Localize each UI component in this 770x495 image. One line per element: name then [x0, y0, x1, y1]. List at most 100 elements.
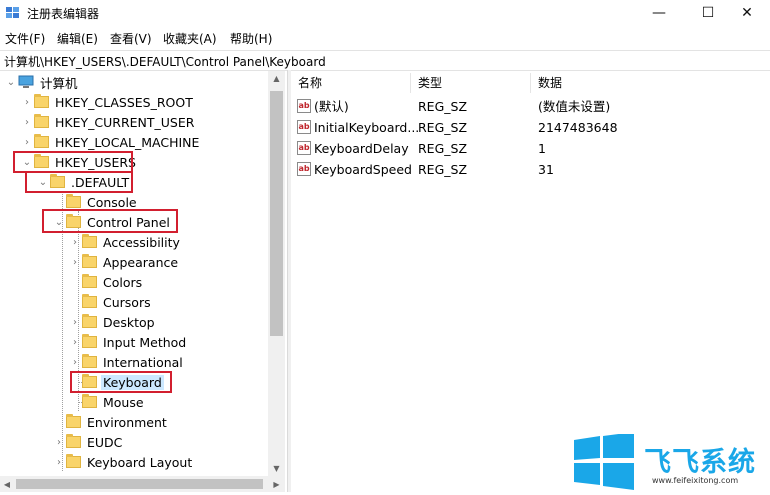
tree-item-label: Colors [103, 274, 143, 290]
computer-icon [18, 75, 34, 88]
value-row[interactable]: ab (默认) REG_SZ (数值未设置) [291, 96, 770, 117]
scroll-down-icon[interactable]: ▼ [268, 461, 285, 476]
watermark: 飞飞系统 www.feifeixitong.com [572, 432, 770, 492]
tree-item-hklm[interactable]: › HKEY_LOCAL_MACHINE [20, 132, 201, 152]
tree-item-international[interactable]: › International [68, 352, 185, 372]
tree-item-label: Console [87, 194, 137, 210]
chevron-right-icon[interactable]: › [68, 232, 82, 252]
folder-icon [34, 154, 49, 168]
folder-icon [82, 374, 97, 388]
tree-item-keyboard-layout[interactable]: › Keyboard Layout [52, 452, 194, 472]
folder-icon [34, 134, 49, 148]
tree-vertical-scrollbar[interactable]: ▲ ▼ [268, 71, 285, 476]
tree-item-label: HKEY_CURRENT_USER [55, 114, 195, 130]
tree-item-hkcu[interactable]: › HKEY_CURRENT_USER [20, 112, 196, 132]
tree-item-label: Keyboard Layout [87, 454, 193, 470]
tree-item-console[interactable]: Console [52, 192, 139, 212]
value-data: 2147483648 [538, 120, 618, 135]
tree-item-hku[interactable]: ⌄ HKEY_USERS [20, 152, 138, 172]
value-name: InitialKeyboard... [314, 120, 420, 135]
chevron-down-icon[interactable]: ⌄ [4, 72, 18, 92]
value-row[interactable]: ab KeyboardSpeed REG_SZ 31 [291, 159, 770, 180]
chevron-right-icon[interactable]: › [68, 352, 82, 372]
folder-icon [66, 434, 81, 448]
column-header-name[interactable]: 名称 [291, 73, 411, 93]
menu-bar: 文件(F) 编辑(E) 查看(V) 收藏夹(A) 帮助(H) [0, 27, 770, 49]
folder-icon [82, 394, 97, 408]
tree-item-colors[interactable]: Colors [68, 272, 144, 292]
chevron-right-icon[interactable]: › [68, 252, 82, 272]
tree-item-label: Input Method [103, 334, 187, 350]
chevron-right-icon[interactable]: › [68, 312, 82, 332]
chevron-right-icon[interactable]: › [20, 112, 34, 132]
address-path[interactable]: 计算机\HKEY_USERS\.DEFAULT\Control Panel\Ke… [4, 53, 326, 70]
chevron-right-icon[interactable]: › [52, 432, 66, 452]
scroll-left-icon[interactable]: ◀ [0, 476, 14, 492]
value-data: 1 [538, 141, 546, 156]
menu-file[interactable]: 文件(F) [5, 30, 45, 47]
tree-item-keyboard[interactable]: Keyboard [68, 372, 164, 392]
folder-icon [34, 94, 49, 108]
chevron-right-icon[interactable]: › [68, 332, 82, 352]
value-data: 31 [538, 162, 554, 177]
minimize-button[interactable]: — [636, 0, 682, 26]
tree-item-eudc[interactable]: › EUDC [52, 432, 124, 452]
tree-item-computer[interactable]: ⌄ 计算机 [4, 72, 80, 92]
value-type: REG_SZ [418, 162, 468, 177]
chevron-down-icon[interactable]: ⌄ [20, 152, 34, 172]
scroll-right-icon[interactable]: ▶ [268, 476, 285, 492]
address-bar[interactable]: 计算机\HKEY_USERS\.DEFAULT\Control Panel\Ke… [0, 50, 770, 71]
values-list: 名称 类型 数据 ab (默认) REG_SZ (数值未设置) ab Initi… [291, 71, 770, 492]
menu-edit[interactable]: 编辑(E) [57, 30, 98, 47]
string-value-icon: ab [297, 162, 311, 176]
tree-item-cursors[interactable]: Cursors [68, 292, 153, 312]
folder-icon [66, 454, 81, 468]
folder-icon [34, 114, 49, 128]
tree-item-environment[interactable]: Environment [52, 412, 169, 432]
tree-item-label: Control Panel [87, 214, 170, 230]
tree-item-label: 计算机 [40, 75, 78, 91]
tree-item-appearance[interactable]: › Appearance [68, 252, 180, 272]
tree-item-input-method[interactable]: › Input Method [68, 332, 188, 352]
tree-item-label: Mouse [103, 394, 144, 410]
value-row[interactable]: ab KeyboardDelay REG_SZ 1 [291, 138, 770, 159]
menu-view[interactable]: 查看(V) [110, 30, 152, 47]
tree-horizontal-scrollbar[interactable]: ◀ ▶ [0, 476, 285, 492]
close-button[interactable]: ✕ [724, 0, 770, 26]
chevron-right-icon[interactable]: › [20, 92, 34, 112]
folder-icon [82, 254, 97, 268]
value-row[interactable]: ab InitialKeyboard... REG_SZ 2147483648 [291, 117, 770, 138]
tree-item-desktop[interactable]: › Desktop [68, 312, 157, 332]
menu-favorites[interactable]: 收藏夹(A) [163, 30, 217, 47]
scroll-thumb[interactable] [16, 479, 263, 489]
chevron-right-icon[interactable]: › [20, 132, 34, 152]
chevron-down-icon[interactable]: ⌄ [52, 212, 66, 232]
value-data: (数值未设置) [538, 99, 611, 114]
scroll-up-icon[interactable]: ▲ [268, 71, 285, 86]
tree-item-label: Desktop [103, 314, 155, 330]
scroll-thumb[interactable] [270, 91, 283, 336]
tree-item-label: Keyboard [101, 374, 164, 390]
folder-icon [50, 174, 65, 188]
tree-item-default[interactable]: ⌄ .DEFAULT [36, 172, 131, 192]
tree-item-control-panel[interactable]: ⌄ Control Panel [52, 212, 172, 232]
folder-icon [82, 274, 97, 288]
tree-item-accessibility[interactable]: › Accessibility [68, 232, 182, 252]
folder-icon [82, 314, 97, 328]
tree-item-label: Appearance [103, 254, 179, 270]
tree-item-hkcr[interactable]: › HKEY_CLASSES_ROOT [20, 92, 195, 112]
chevron-right-icon[interactable]: › [52, 452, 66, 472]
string-value-icon: ab [297, 99, 311, 113]
value-type: REG_SZ [418, 99, 468, 114]
column-header-data[interactable]: 数据 [531, 73, 770, 93]
string-value-icon: ab [297, 141, 311, 155]
chevron-down-icon[interactable]: ⌄ [36, 172, 50, 192]
folder-icon [82, 294, 97, 308]
column-header-type[interactable]: 类型 [411, 73, 531, 93]
window-title: 注册表编辑器 [27, 7, 100, 21]
tree-item-label: HKEY_CLASSES_ROOT [55, 94, 193, 110]
value-name: KeyboardDelay [314, 141, 409, 156]
menu-help[interactable]: 帮助(H) [230, 30, 272, 47]
folder-icon [82, 354, 97, 368]
tree-item-mouse[interactable]: Mouse [68, 392, 146, 412]
